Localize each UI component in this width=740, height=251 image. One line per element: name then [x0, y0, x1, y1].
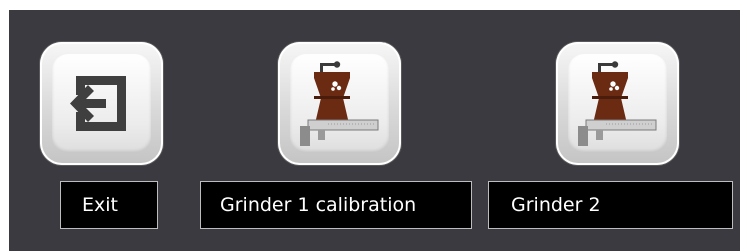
grinder-2-button[interactable] [556, 42, 679, 165]
exit-icon [70, 76, 126, 131]
grinder-1-calibration-button[interactable] [278, 42, 401, 165]
grinder-calibration-icon [300, 61, 379, 146]
exit-button[interactable] [40, 42, 163, 165]
exit-label[interactable]: Exit [60, 181, 158, 229]
grinder-1-calibration-label[interactable]: Grinder 1 calibration [200, 181, 472, 229]
grinder-calibration-icon [578, 61, 657, 146]
grinder-2-label[interactable]: Grinder 2 [488, 181, 733, 229]
